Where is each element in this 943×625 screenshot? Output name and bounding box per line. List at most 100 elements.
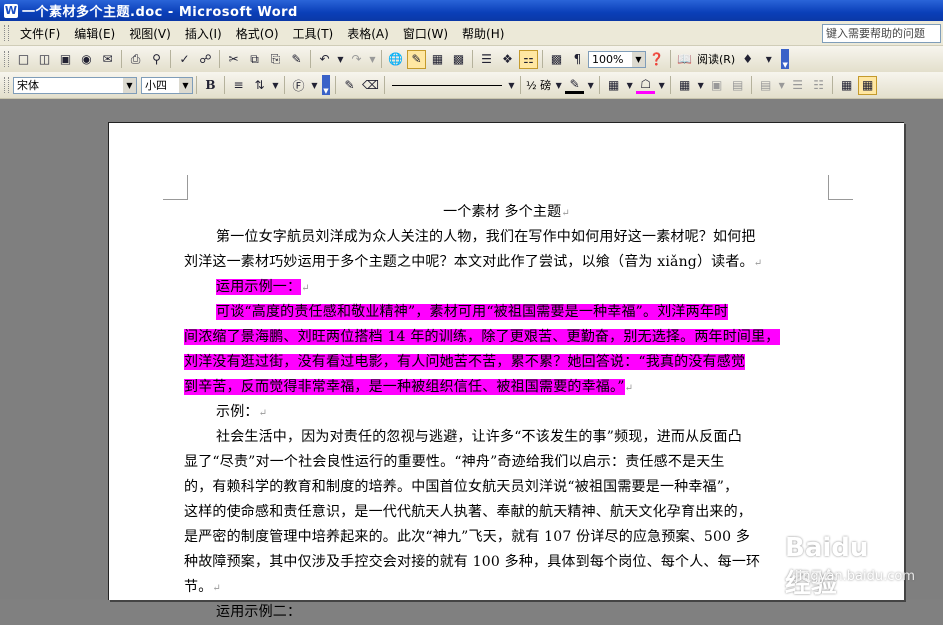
menubar-grip-handle[interactable] (4, 25, 9, 41)
menu-insert[interactable]: 插入(I) (178, 23, 229, 44)
drawing-icon[interactable]: ❖ (498, 50, 517, 69)
toolbar-separator (384, 76, 385, 94)
help-search-input[interactable]: 键入需要帮助的问题 (822, 24, 941, 43)
show-gridlines-icon[interactable]: ▦ (858, 75, 878, 95)
toolbar-options-icon[interactable]: ▾ (759, 50, 778, 69)
margin-corner-top-right (828, 175, 853, 200)
window-title: 一个素材多个主题.doc - Microsoft Word (22, 5, 298, 20)
toolbar-overflow-icon[interactable]: ▼ (781, 49, 790, 69)
paragraph-mark-icon: ↵ (258, 408, 268, 419)
line-style-preview[interactable] (392, 84, 502, 86)
undo-dropdown-icon[interactable]: ▼ (336, 50, 345, 69)
align-top-icon[interactable]: ▤ (756, 76, 775, 95)
shield-icon[interactable]: ♦ (738, 50, 757, 69)
table-dropdown-icon[interactable]: ▼ (696, 76, 705, 95)
chevron-down-icon[interactable]: ▼ (632, 51, 645, 67)
paragraph-line: 显了“尽责”对一个社会良性运行的重要性。“神舟”奇迹给我们以启示：责任感不是天生 (184, 454, 725, 470)
toolbar-overflow-icon[interactable]: ▼ (322, 75, 330, 95)
read-button[interactable]: 阅读(R) (695, 51, 737, 67)
paragraph-line: 社会生活中，因为对责任的忽视与逃避，让许多“不该发生的事”频现，进而从反面凸 (216, 429, 742, 445)
line-spacing-icon[interactable]: ⇅ (250, 76, 269, 95)
menu-edit[interactable]: 编辑(E) (67, 23, 122, 44)
format-painter-icon[interactable]: ✎ (287, 50, 306, 69)
shading-dropdown-icon[interactable]: ▼ (657, 76, 666, 95)
new-document-icon[interactable]: □ (14, 50, 33, 69)
menu-view[interactable]: 视图(V) (122, 23, 178, 44)
menu-window[interactable]: 窗口(W) (396, 23, 455, 44)
spelling-icon[interactable]: ✓ (175, 50, 194, 69)
tables-borders-icon[interactable]: ✎ (407, 49, 426, 69)
distribute-rows-icon[interactable]: ☰ (788, 76, 807, 95)
menu-tools[interactable]: 工具(T) (286, 23, 341, 44)
align-dropdown-icon[interactable]: ▼ (777, 76, 786, 95)
help-icon[interactable]: ❓ (647, 50, 666, 69)
email-icon[interactable]: ✉ (98, 50, 117, 69)
example1-heading: 运用示例一：↵ (184, 275, 829, 300)
font-size-select[interactable]: 小四 ▼ (141, 76, 193, 94)
shading-color-icon[interactable]: ☖ (636, 77, 656, 94)
merge-cells-icon[interactable]: ▣ (707, 76, 726, 95)
split-cells-icon[interactable]: ▤ (728, 76, 747, 95)
document-body[interactable]: 一个素材 多个主题↵ 第一位女字航员刘洋成为众人关注的人物，我们在写作中如何用好… (184, 200, 829, 625)
hyperlink-icon[interactable]: 🌐 (386, 50, 405, 69)
phonetic-guide-icon[interactable]: Ⓕ (289, 76, 308, 95)
border-color-dropdown-icon[interactable]: ▼ (586, 76, 595, 95)
show-hide-icon[interactable]: ¶ (568, 50, 587, 69)
chevron-down-icon[interactable]: ▼ (123, 77, 136, 93)
menu-help[interactable]: 帮助(H) (455, 23, 511, 44)
chevron-down-icon[interactable]: ▼ (179, 77, 192, 93)
distribute-columns-icon[interactable]: ☷ (809, 76, 828, 95)
paste-icon[interactable]: ⎘ (266, 50, 285, 69)
borders-dropdown-icon[interactable]: ▼ (625, 76, 634, 95)
columns-icon[interactable]: ☰ (477, 50, 496, 69)
line-style-dropdown-icon[interactable]: ▼ (507, 76, 516, 95)
toolbar-separator (670, 76, 672, 94)
line-spacing-dropdown-icon[interactable]: ▼ (271, 76, 280, 95)
highlighted-line: 到辛苦，反而觉得非常幸福，是一种被组织信任、被祖国需要的幸福。”↵ (184, 375, 829, 400)
undo-icon[interactable]: ↶ (315, 50, 334, 69)
research-icon[interactable]: ☍ (196, 50, 215, 69)
highlighted-line: 间浓缩了景海鹏、刘旺两位搭档 14 年的训练，除了更艰苦、更勤奋，别无选择。两年… (184, 325, 829, 350)
borders-icon[interactable]: ▦ (604, 76, 623, 95)
toolbar-grip-handle[interactable] (4, 77, 9, 93)
border-color-icon[interactable]: ✎ (565, 77, 585, 94)
font-select[interactable]: 宋体 ▼ (13, 76, 137, 94)
menu-format[interactable]: 格式(O) (229, 23, 286, 44)
toolbar-separator (121, 50, 122, 68)
word-app-icon[interactable]: W (4, 3, 18, 18)
document-map-pane-icon[interactable]: ▩ (547, 50, 566, 69)
options-dropdown-icon[interactable]: ▼ (310, 76, 319, 95)
print-preview-icon[interactable]: ⚲ (147, 50, 166, 69)
toolbar-separator (196, 76, 197, 94)
bold-icon[interactable]: B (201, 76, 220, 95)
line-weight-dropdown-icon[interactable]: ▼ (554, 76, 563, 95)
menu-file[interactable]: 文件(F) (13, 23, 67, 44)
insert-table-icon[interactable]: ▦ (675, 76, 694, 95)
insert-table-icon[interactable]: ▦ (428, 50, 447, 69)
toolbar-grip-handle[interactable] (4, 51, 9, 67)
font-value: 宋体 (17, 79, 39, 92)
document-map-icon[interactable]: ⚏ (519, 49, 538, 69)
highlighted-text: 间浓缩了景海鹏、刘旺两位搭档 14 年的训练，除了更艰苦、更勤奋，别无选择。两年… (184, 329, 780, 345)
insert-excel-icon[interactable]: ▩ (449, 50, 468, 69)
line-weight-value[interactable]: ½ 磅 (524, 77, 553, 93)
watermark-logo: Baidu 经验 (785, 533, 869, 599)
document-page[interactable]: 一个素材 多个主题↵ 第一位女字航员刘洋成为众人关注的人物，我们在写作中如何用好… (108, 122, 904, 620)
save-icon[interactable]: ▣ (56, 50, 75, 69)
copy-icon[interactable]: ⧉ (245, 50, 264, 69)
redo-icon[interactable]: ↷ (347, 50, 366, 69)
zoom-select[interactable]: 100% ▼ (588, 50, 646, 68)
draw-table-icon[interactable]: ✎ (340, 76, 359, 95)
table-autoformat-icon[interactable]: ▦ (837, 76, 856, 95)
read-icon[interactable]: 📖 (675, 50, 694, 69)
align-justify-icon[interactable]: ≡ (229, 76, 248, 95)
redo-dropdown-icon[interactable]: ▼ (368, 50, 377, 69)
toolbar-separator (832, 76, 834, 94)
eraser-icon[interactable]: ⌫ (361, 76, 380, 95)
print-icon[interactable]: ⎙ (126, 50, 145, 69)
menu-table[interactable]: 表格(A) (340, 23, 396, 44)
permission-icon[interactable]: ◉ (77, 50, 96, 69)
menu-bar: 文件(F) 编辑(E) 视图(V) 插入(I) 格式(O) 工具(T) 表格(A… (0, 21, 943, 46)
open-folder-icon[interactable]: ◫ (35, 50, 54, 69)
cut-icon[interactable]: ✂ (224, 50, 243, 69)
